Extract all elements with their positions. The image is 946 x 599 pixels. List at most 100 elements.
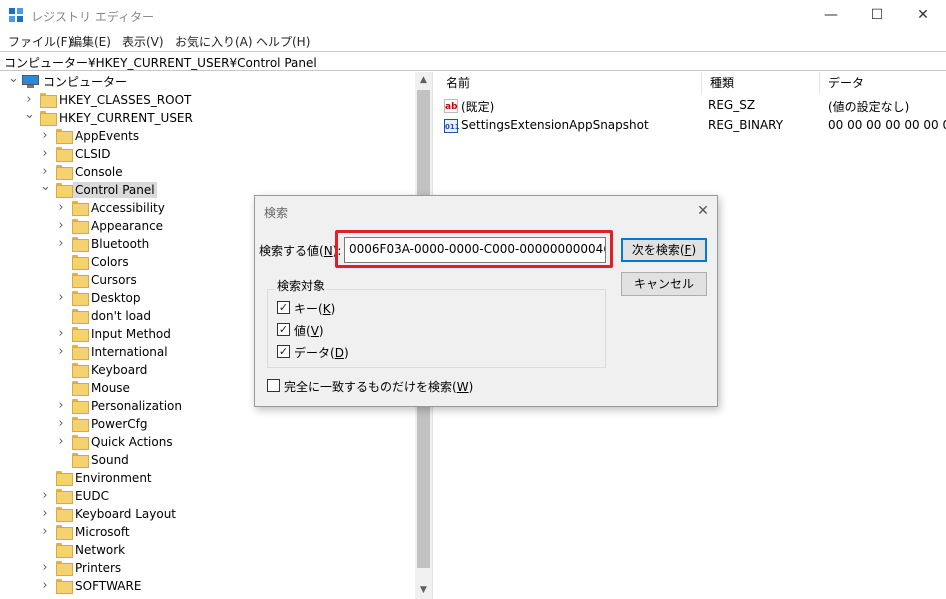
chevron-right-icon[interactable]: › (56, 291, 66, 304)
close-button[interactable]: ✕ (900, 0, 946, 30)
chevron-right-icon[interactable]: › (56, 327, 66, 340)
folder-icon (56, 147, 73, 162)
chevron-down-icon[interactable]: ⌄ (40, 180, 51, 193)
value-name: SettingsExtensionAppSnapshot (461, 118, 649, 132)
tree-item[interactable]: Network (0, 541, 415, 559)
tree-item-label: Personalization (91, 399, 182, 413)
tree-item-label: Quick Actions (91, 435, 173, 449)
chevron-down-icon[interactable]: ⌄ (24, 108, 35, 121)
tree-item[interactable]: › Microsoft (0, 523, 415, 541)
chevron-right-icon[interactable]: › (56, 417, 66, 430)
computer-icon (22, 75, 39, 88)
chevron-right-icon[interactable]: › (56, 237, 66, 250)
value-row[interactable]: ab (既定) REG_SZ (値の設定なし) (438, 96, 946, 116)
registry-editor-window: レジストリ エディター — ☐ ✕ ファイル(F) 編集(E) 表示(V) お気… (0, 0, 946, 599)
tree-item-label: Accessibility (91, 201, 165, 215)
tree-item-label: don't load (91, 309, 152, 323)
chevron-right-icon[interactable]: › (56, 399, 66, 412)
tree-item-label: Appearance (91, 219, 164, 233)
chevron-right-icon[interactable]: › (40, 147, 50, 160)
menu-help[interactable]: ヘルプ(H) (256, 33, 310, 50)
tree-item-label: Keyboard (91, 363, 148, 377)
tree-item-label: Desktop (91, 291, 141, 305)
column-header-data[interactable]: データ (820, 72, 946, 94)
tree-item-label: Cursors (91, 273, 137, 287)
value-type: REG_SZ (708, 98, 756, 112)
chevron-right-icon[interactable]: › (56, 219, 66, 232)
scroll-down-arrow-icon[interactable]: ▼ (415, 582, 432, 599)
chevron-right-icon[interactable]: › (40, 561, 50, 574)
folder-icon (56, 543, 73, 558)
tree-item[interactable]: › Printers (0, 559, 415, 577)
chevron-right-icon[interactable]: › (24, 93, 34, 106)
tree-item[interactable]: › Keyboard Layout (0, 505, 415, 523)
address-path: コンピューター¥HKEY_CURRENT_USER¥Control Panel (4, 56, 317, 70)
menu-favorites[interactable]: お気に入り(A) (175, 33, 253, 50)
tree-item-label: Microsoft (75, 525, 130, 539)
value-type: REG_BINARY (708, 118, 784, 132)
column-header-type[interactable]: 種類 (702, 72, 820, 94)
chevron-right-icon[interactable]: › (40, 507, 50, 520)
tree-item[interactable]: Environment (0, 469, 415, 487)
checkmark-icon[interactable]: ✓ (277, 345, 290, 358)
folder-icon (56, 165, 73, 180)
chevron-right-icon[interactable]: › (56, 345, 66, 358)
folder-icon (72, 327, 89, 342)
menu-edit[interactable]: 編集(E) (70, 33, 111, 50)
scroll-up-arrow-icon[interactable]: ▲ (415, 72, 432, 89)
tree-item-label: HKEY_CURRENT_USER (59, 111, 193, 125)
chevron-right-icon[interactable]: › (56, 201, 66, 214)
minimize-button[interactable]: — (808, 0, 854, 30)
tree-item-label: コンピューター (43, 75, 128, 89)
tree-item[interactable]: › Console (0, 163, 415, 181)
tree-item[interactable]: › AppEvents (0, 127, 415, 145)
string-value-icon: ab (444, 99, 458, 113)
maximize-button[interactable]: ☐ (854, 0, 900, 30)
find-dialog-close-button[interactable]: ✕ (691, 200, 715, 222)
highlight-annotation (335, 230, 613, 268)
folder-icon (72, 417, 89, 432)
folder-icon (72, 309, 89, 324)
checkmark-icon[interactable]: ✓ (277, 301, 290, 314)
cancel-button[interactable]: キャンセル (621, 272, 707, 296)
menu-view[interactable]: 表示(V) (122, 33, 164, 50)
tree-item[interactable]: › HKEY_CLASSES_ROOT (0, 91, 415, 109)
tree-item[interactable]: Sound (0, 451, 415, 469)
chevron-right-icon[interactable]: › (40, 165, 50, 178)
tree-item-label: CLSID (75, 147, 111, 161)
folder-icon (56, 489, 73, 504)
tree-item[interactable]: › Quick Actions (0, 433, 415, 451)
tree-item[interactable]: › CLSID (0, 145, 415, 163)
window-title: レジストリ エディター (31, 10, 154, 24)
address-bar[interactable]: コンピューター¥HKEY_CURRENT_USER¥Control Panel (0, 51, 946, 71)
find-dialog-title: 検索 (264, 206, 289, 220)
tree-item-label: PowerCfg (91, 417, 148, 431)
tree-item-label: HKEY_CLASSES_ROOT (59, 93, 192, 107)
tree-item[interactable]: › SOFTWARE (0, 577, 415, 595)
folder-icon (72, 345, 89, 360)
chevron-right-icon[interactable]: › (40, 489, 50, 502)
tree-item[interactable]: ⌄ HKEY_CURRENT_USER (0, 108, 415, 127)
menu-bar: ファイル(F) 編集(E) 表示(V) お気に入り(A) ヘルプ(H) (0, 31, 946, 51)
value-row[interactable]: 011 SettingsExtensionAppSnapshot REG_BINAR… (438, 116, 946, 136)
checkmark-icon[interactable]: ✓ (277, 323, 290, 336)
tree-item[interactable]: › PowerCfg (0, 415, 415, 433)
find-dialog: 検索 ✕ 検索する値(N): 0006F03A-0000-0000-C000-0… (254, 195, 718, 407)
chevron-right-icon[interactable]: › (40, 525, 50, 538)
checkbox-unchecked-icon[interactable] (267, 379, 280, 392)
find-next-button[interactable]: 次を検索(F) (621, 238, 707, 262)
value-data: (値の設定なし) (828, 100, 910, 114)
column-header-name[interactable]: 名前 (438, 72, 702, 94)
chevron-down-icon[interactable]: ⌄ (8, 72, 19, 85)
tree-item[interactable]: › EUDC (0, 487, 415, 505)
binary-value-icon: 011 (444, 119, 460, 133)
menu-file[interactable]: ファイル(F) (8, 33, 72, 50)
folder-icon (72, 435, 89, 450)
tree-item-label: Control Panel (73, 182, 157, 198)
tree-item-label: Environment (75, 471, 152, 485)
chevron-right-icon[interactable]: › (56, 435, 66, 448)
chevron-right-icon[interactable]: › (40, 129, 50, 142)
folder-icon (72, 453, 89, 468)
tree-item[interactable]: ⌄ コンピューター (0, 72, 415, 91)
chevron-right-icon[interactable]: › (40, 579, 50, 592)
